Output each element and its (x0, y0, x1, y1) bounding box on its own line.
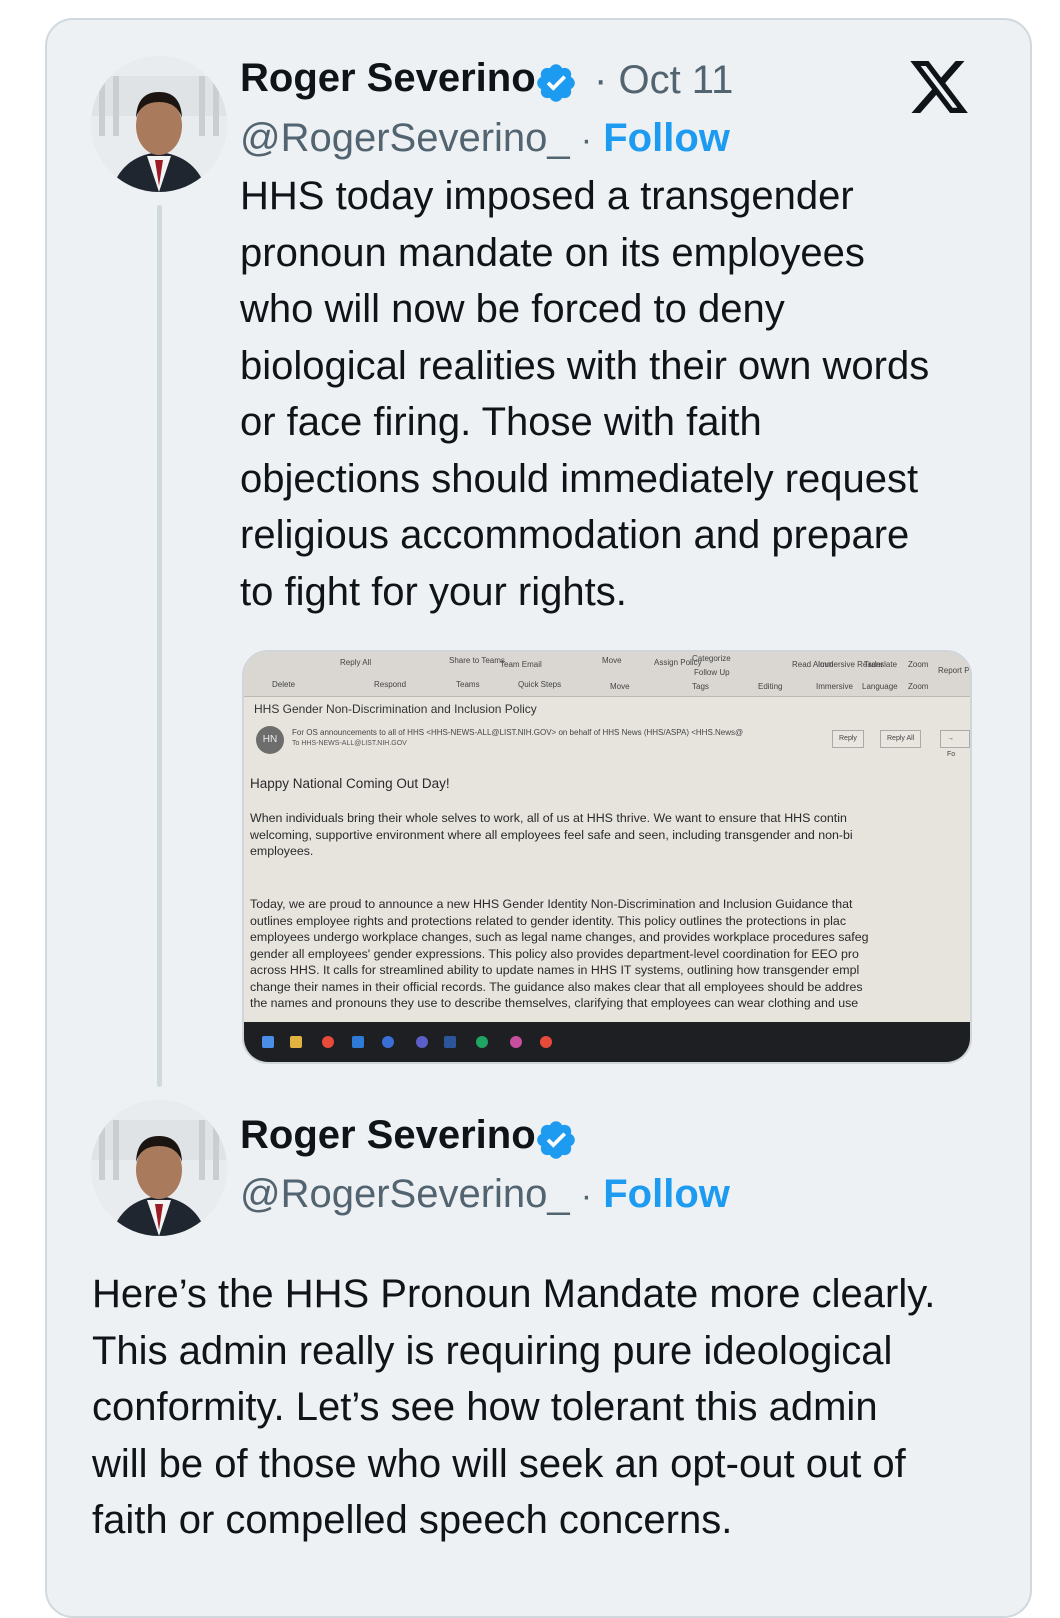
ribbon-label: Quick Steps (518, 680, 562, 689)
app-icon (382, 1036, 394, 1048)
avatar[interactable] (91, 56, 227, 192)
ribbon-label: Editing (758, 682, 783, 691)
teams-icon (416, 1036, 428, 1048)
email-from: For OS announcements to all of HHS <HHS-… (292, 728, 744, 737)
email-line: the names and pronouns they use to descr… (250, 996, 859, 1010)
ribbon-label: Delete (272, 680, 296, 689)
tweet-text-line: who will now be forced to deny (240, 287, 785, 331)
tweet-date[interactable]: Oct 11 (618, 58, 733, 102)
email-greeting: Happy National Coming Out Day! (250, 776, 450, 791)
edge-icon (476, 1036, 488, 1048)
tweet-text-line: religious accommodation and prepare (240, 513, 910, 557)
follow-button[interactable]: Follow (603, 116, 730, 160)
email-line: outlines employee rights and protections… (250, 913, 847, 928)
ribbon-label: Tags (692, 682, 709, 691)
ribbon-label: Reply All (340, 658, 372, 667)
chrome-icon (322, 1036, 334, 1048)
author-handle[interactable]: @RogerSeverino_ (240, 1172, 570, 1216)
reply-button: Reply (832, 730, 864, 748)
email-line: across HHS. It calls for streamlined abi… (250, 963, 860, 977)
ribbon-label: Translate (864, 660, 898, 669)
ribbon-label: Teams (456, 680, 480, 689)
tweet-text-line: to fight for your rights. (240, 569, 627, 614)
avatar-photo (91, 1100, 227, 1236)
verified-badge-icon (537, 1121, 575, 1159)
ribbon-label: Categorize (692, 654, 731, 663)
author-name[interactable]: Roger Severino (240, 56, 536, 101)
ribbon-label: Immersive (816, 682, 853, 691)
ribbon-label: Move (602, 656, 622, 665)
ribbon-label: Follow Up (694, 668, 730, 677)
follow-button[interactable]: Follow (603, 1172, 730, 1216)
windows-start-icon (262, 1036, 274, 1048)
ribbon-label: Respond (374, 680, 407, 689)
ribbon-label: Report Phishing (938, 666, 970, 675)
app-icon (510, 1036, 522, 1048)
tweet-text-line: Here’s the HHS Pronoun Mandate more clea… (92, 1272, 936, 1316)
file-explorer-icon (290, 1036, 302, 1048)
tweet-text-line: will be of those who will seek an opt-ou… (92, 1441, 906, 1486)
word-icon (444, 1036, 456, 1048)
tweet-text-line: conformity. Let’s see how tolerant this … (92, 1385, 878, 1429)
tweet-text-line: This admin really is requiring pure ideo… (92, 1328, 893, 1373)
attached-photo[interactable]: Delete Reply All Respond Share to Teams … (242, 650, 972, 1064)
date-separator: · (594, 58, 608, 102)
email-line: When individuals bring their whole selve… (250, 811, 847, 825)
sender-avatar: HN (256, 726, 284, 754)
email-paragraph-2: Today, we are proud to announce a new HH… (250, 896, 970, 1012)
tweet-text-line: HHS today imposed a transgender (240, 174, 854, 218)
windows-taskbar (244, 1022, 970, 1062)
avatar-photo (91, 56, 227, 192)
handle-row: @RogerSeverino_ · Follow (240, 116, 730, 161)
avatar[interactable] (91, 1100, 227, 1236)
handle-row: @RogerSeverino_ · Follow (240, 1172, 730, 1217)
tweet-text-line: pronoun mandate on its employees (240, 230, 865, 275)
thread-connector-line (157, 205, 162, 1087)
tweet-date-row: · Oct 11 (594, 58, 733, 103)
forward-button: → Fo (940, 730, 970, 758)
email-line: employees. (250, 844, 314, 858)
ribbon-label: Zoom (908, 682, 929, 691)
tweet-text-line: biological realities with their own word… (240, 343, 930, 388)
tweet-text-line: faith or compelled speech concerns. (92, 1498, 733, 1542)
email-line: change their names in their official rec… (250, 979, 863, 994)
email-line: employees undergo workplace changes, suc… (250, 930, 869, 944)
author-name[interactable]: Roger Severino (240, 1113, 536, 1158)
author-handle[interactable]: @RogerSeverino_ (240, 116, 570, 160)
ribbon-label: Language (862, 682, 898, 691)
ribbon-label: Zoom (908, 660, 929, 669)
email-paragraph-1: When individuals bring their whole selve… (250, 810, 970, 860)
tweet-text: Here’s the HHS Pronoun Mandate more clea… (92, 1266, 1032, 1549)
verified-badge-icon (537, 64, 575, 102)
email-to: To HHS-NEWS-ALL@LIST.NIH.GOV (292, 740, 407, 747)
tweet-text-line: or face firing. Those with faith (240, 400, 762, 444)
follow-separator: · (580, 121, 593, 159)
ribbon-label: Move (610, 682, 630, 691)
outlook-ribbon: Delete Reply All Respond Share to Teams … (244, 652, 970, 697)
follow-separator: · (580, 1177, 593, 1215)
outlook-icon (352, 1036, 364, 1048)
email-line: gender all employees' gender expressions… (250, 946, 859, 961)
tweet-text-line: objections should immediately request (240, 456, 919, 501)
reply-all-button: Reply All (880, 730, 922, 748)
email-line: Today, we are proud to announce a new HH… (250, 897, 853, 911)
ribbon-label: Share to Teams (449, 656, 505, 665)
tweet-text: HHS today imposed a transgender pronoun … (240, 168, 1000, 620)
email-subject: HHS Gender Non-Discrimination and Inclus… (254, 702, 537, 716)
email-line: welcoming, supportive environment where … (250, 827, 853, 842)
ribbon-label: Team Email (500, 660, 542, 669)
chrome-icon (540, 1036, 552, 1048)
x-logo-icon[interactable] (905, 55, 973, 119)
